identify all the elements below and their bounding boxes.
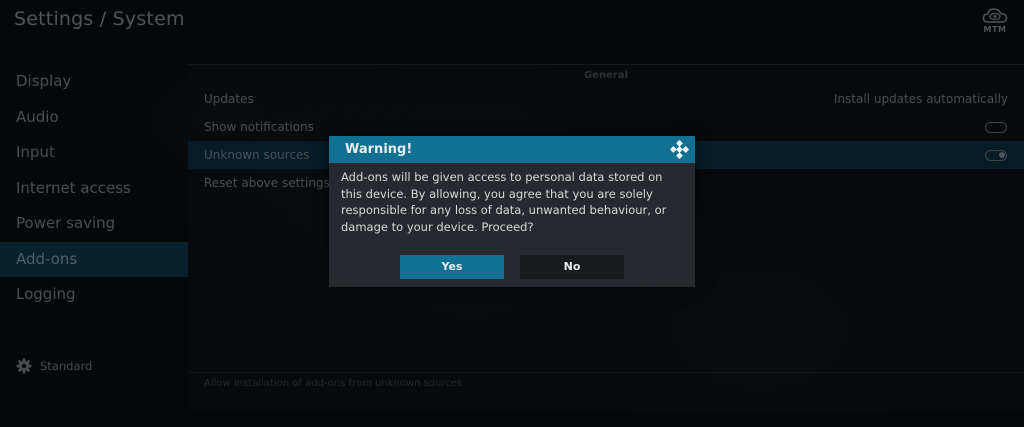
- yes-button[interactable]: Yes: [400, 255, 504, 279]
- dialog-header: Warning!: [329, 136, 695, 163]
- no-button[interactable]: No: [520, 255, 624, 279]
- kodi-logo-icon: [670, 140, 689, 159]
- warning-dialog: Warning! Add-ons will be given access to…: [329, 136, 695, 287]
- dialog-title: Warning!: [345, 142, 413, 157]
- dialog-message: Add-ons will be given access to personal…: [341, 170, 667, 234]
